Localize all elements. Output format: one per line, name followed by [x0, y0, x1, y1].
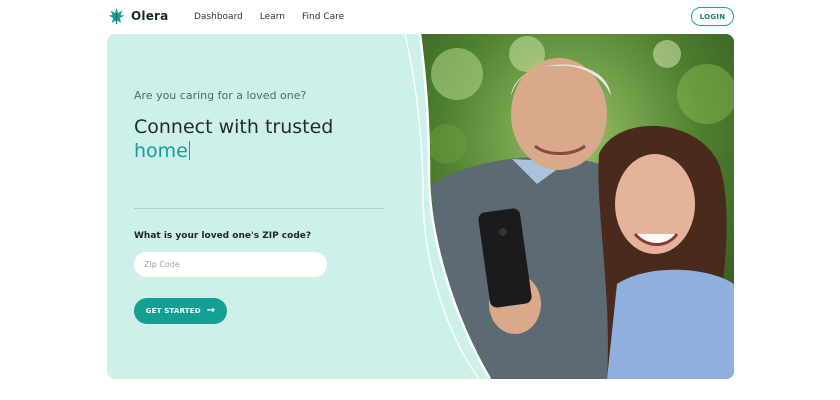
zip-code-input[interactable] [134, 252, 327, 277]
hero-eyebrow-text: Are you caring for a loved one? [134, 89, 307, 102]
form-divider [134, 208, 384, 209]
brand-logo[interactable]: Olera [108, 7, 168, 25]
nav-link-find-care[interactable]: Find Care [302, 12, 344, 22]
nav-link-learn[interactable]: Learn [260, 12, 285, 22]
main-nav: Dashboard Learn Find Care [194, 12, 344, 22]
leaf-logo-icon [108, 8, 125, 24]
get-started-label: GET STARTED [145, 307, 201, 315]
hero-photo [404, 34, 734, 379]
hero-headline: Connect with trusted home [134, 115, 333, 163]
zip-code-label: What is your loved one's ZIP code? [134, 231, 312, 241]
brand-name: Olera [131, 9, 169, 23]
typing-caret [188, 141, 190, 160]
arrow-right-icon: → [206, 305, 216, 316]
headline-accent-word: home [134, 140, 188, 162]
login-button[interactable]: LOGIN [691, 7, 734, 26]
nav-link-dashboard[interactable]: Dashboard [194, 12, 243, 22]
get-started-button[interactable]: GET STARTED → [134, 298, 227, 324]
hero-card: Are you caring for a loved one? Connect … [107, 34, 734, 379]
top-navigation-bar: Olera Dashboard Learn Find Care LOGIN [0, 0, 840, 34]
headline-line-1: Connect with trusted [134, 116, 334, 138]
